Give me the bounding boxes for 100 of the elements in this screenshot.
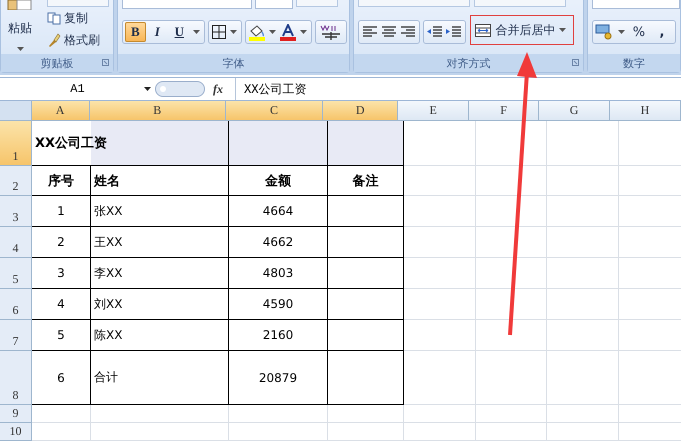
table-cell: 备注 [328,166,404,196]
align-center-icon[interactable] [380,25,398,39]
merge-center-button[interactable]: 合并后居中 [470,15,574,45]
table-cell: 20879 [229,351,328,405]
table-cell [547,166,619,196]
row-header[interactable]: 9 [0,405,32,423]
row-header[interactable]: 7 [0,320,32,351]
format-painter-button[interactable]: 格式刷 [47,29,109,51]
table-cell [547,258,619,289]
table-cell [547,351,619,405]
caret-icon[interactable] [268,30,276,34]
table-cell: 4662 [229,227,328,258]
table-cell: 2 [32,227,91,258]
table-cell: 刘XX [91,289,229,320]
table-cell [476,320,547,351]
table-cell: 金额 [229,166,328,196]
dialog-launcher-icon[interactable] [572,59,579,66]
table-cell [476,196,547,227]
font-color-icon[interactable] [278,24,297,40]
table-cell [404,351,476,405]
table-cell: 4 [32,289,91,320]
row-header[interactable]: 2 [0,166,32,196]
table-cell [476,289,547,320]
table-cell: 4803 [229,258,328,289]
table-cell: 4664 [229,196,328,227]
table-cell [404,405,476,423]
column-header[interactable]: G [539,101,610,121]
table-cell [547,196,619,227]
table-cell: 张XX [91,196,229,227]
table-cell: 5 [32,320,91,351]
copy-icon [47,12,61,24]
table-cell [404,258,476,289]
font-style-button[interactable]: U [168,22,190,42]
table-cell: 合计 [91,351,229,405]
column-header[interactable]: E [398,101,470,121]
caret-icon[interactable] [618,30,625,34]
table-cell [404,121,476,166]
insert-function-button[interactable]: fx [213,82,223,96]
table-cell: XX公司工资 [32,121,229,166]
table-cell [404,227,476,258]
column-header[interactable]: B [90,101,226,121]
caret-icon[interactable] [16,47,24,51]
table-cell [476,166,547,196]
table-cell [476,423,547,441]
table-cell: 王XX [91,227,229,258]
row-header[interactable]: 8 [0,351,32,405]
table-cell: 李XX [91,258,229,289]
table-cell: 陈XX [91,320,229,351]
table-cell [476,227,547,258]
align-right-icon[interactable] [399,25,418,39]
table-cell [547,320,619,351]
column-header[interactable]: A [32,101,90,121]
group-label: 数字 [622,56,645,70]
table-cell [547,405,619,423]
caret-icon[interactable] [300,30,307,34]
table-cell: 姓名 [91,166,229,196]
align-left-icon[interactable] [361,25,380,39]
table-cell [476,121,547,166]
caret-icon[interactable] [192,30,200,34]
table-cell [547,121,619,166]
table-cell [404,423,476,441]
row-header[interactable]: 5 [0,258,32,289]
row-header[interactable]: 1 [0,121,32,166]
comma-style-button[interactable]: , [650,24,673,40]
table-cell [476,405,547,423]
table-cell: 1 [32,196,91,227]
row-header[interactable]: 3 [0,196,32,227]
font-style-button[interactable]: I [146,22,168,42]
copy-button[interactable]: 复制 [47,7,109,29]
group-label: 对齐方式 [446,56,491,70]
column-header[interactable]: H [610,101,681,121]
caret-icon [559,28,566,32]
column-header[interactable]: F [469,101,540,121]
row-header[interactable]: 10 [0,423,32,441]
percent-button[interactable]: % [628,24,650,40]
table-cell [547,289,619,320]
increase-indent-icon[interactable] [445,25,464,39]
resize-handle-icon[interactable] [155,81,205,97]
column-header[interactable]: D [323,101,398,121]
table-cell: 序号 [32,166,91,196]
row-header[interactable]: 4 [0,227,32,258]
dialog-launcher-icon[interactable] [102,59,109,66]
caret-icon[interactable] [230,30,237,34]
formula-field[interactable]: XX公司工资 [236,78,681,100]
column-header[interactable]: C [226,101,324,121]
paste-button[interactable]: 粘贴 [8,20,32,37]
table-cell: 2160 [229,320,328,351]
fill-color-icon[interactable] [248,24,266,40]
dropdown-arrow-icon [144,87,151,91]
decrease-indent-icon[interactable] [426,25,444,39]
table-cell [547,423,619,441]
table-cell [404,196,476,227]
font-style-button[interactable]: B [124,22,146,42]
name-box[interactable]: A1 [0,78,155,100]
borders-icon[interactable] [210,24,227,40]
table-cell: 6 [32,351,91,405]
table-cell [404,320,476,351]
table-cell [476,351,547,405]
row-header[interactable]: 6 [0,289,32,320]
merge-cells-icon [475,24,492,36]
